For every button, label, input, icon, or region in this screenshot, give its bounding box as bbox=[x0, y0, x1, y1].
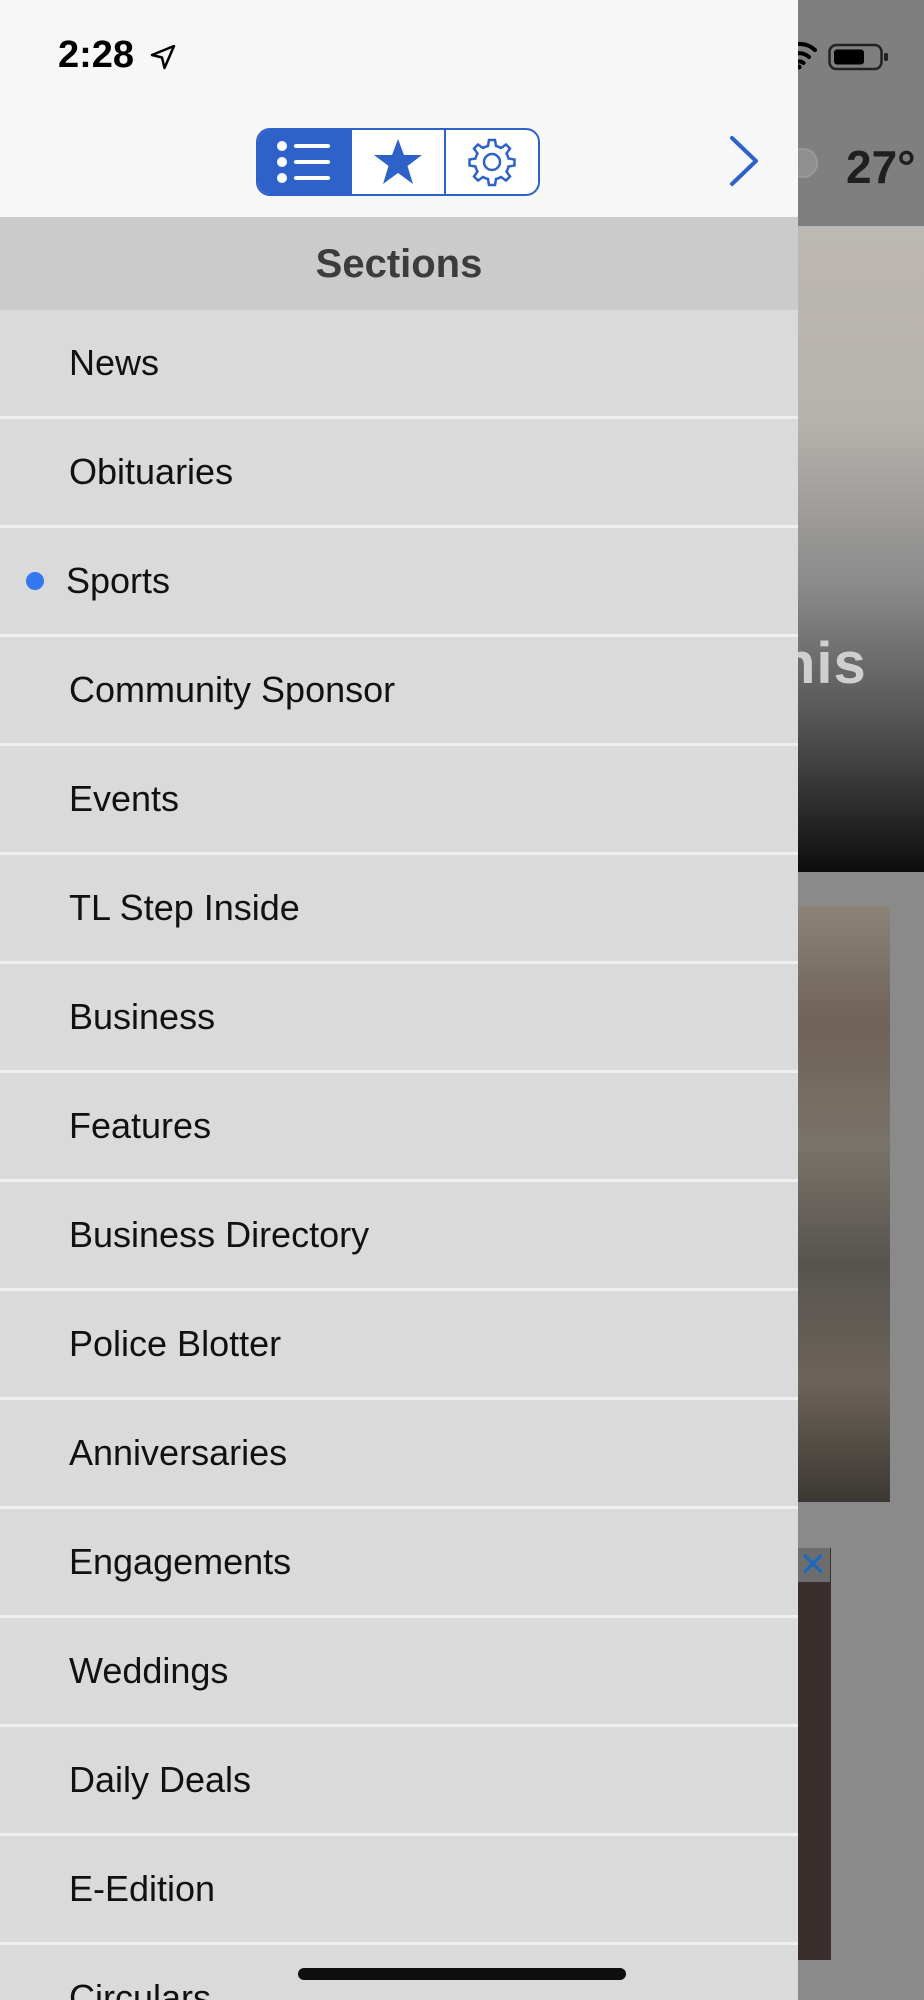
battery-icon bbox=[828, 43, 888, 71]
section-item-engagements[interactable]: Engagements bbox=[0, 1509, 798, 1618]
section-item-anniversaries[interactable]: Anniversaries bbox=[0, 1400, 798, 1509]
section-item-e-edition[interactable]: E-Edition bbox=[0, 1836, 798, 1945]
section-item-weddings[interactable]: Weddings bbox=[0, 1618, 798, 1727]
section-item-label: Police Blotter bbox=[69, 1323, 282, 1364]
section-item-police-blotter[interactable]: Police Blotter bbox=[0, 1291, 798, 1400]
section-item-label: Engagements bbox=[69, 1541, 292, 1582]
section-item-label: News bbox=[69, 342, 160, 383]
section-item-label: Business Directory bbox=[69, 1214, 370, 1255]
article-photo[interactable] bbox=[798, 906, 890, 1502]
section-item-community-sponsor[interactable]: Community Sponsor bbox=[0, 637, 798, 746]
status-bar: 2:28 bbox=[0, 0, 798, 110]
list-icon bbox=[277, 141, 330, 183]
section-item-label: E-Edition bbox=[69, 1868, 216, 1909]
tab-settings[interactable] bbox=[444, 130, 538, 194]
sections-header: Sections bbox=[0, 218, 798, 310]
section-list: News Obituaries Sports Community Sponsor… bbox=[0, 310, 798, 2000]
tab-favorites[interactable] bbox=[350, 130, 444, 194]
section-item-label: Anniversaries bbox=[69, 1432, 288, 1473]
hero-image[interactable] bbox=[798, 226, 924, 872]
star-icon bbox=[374, 139, 422, 184]
section-item-label: Events bbox=[69, 778, 180, 819]
section-item-label: Sports bbox=[66, 560, 171, 601]
home-indicator[interactable] bbox=[298, 1968, 626, 1980]
section-item-label: Features bbox=[69, 1105, 212, 1146]
section-item-label: Circulars bbox=[69, 1977, 212, 2000]
section-item-sports[interactable]: Sports bbox=[0, 528, 798, 637]
drawer-toolbar bbox=[0, 110, 798, 218]
section-item-features[interactable]: Features bbox=[0, 1073, 798, 1182]
tab-sections[interactable] bbox=[258, 130, 350, 194]
section-item-business[interactable]: Business bbox=[0, 964, 798, 1073]
temperature-label: 27° bbox=[846, 141, 916, 193]
section-item-news[interactable]: News bbox=[0, 310, 798, 419]
sections-drawer: 2:28 Sections News Obituaries Sports Com… bbox=[0, 0, 798, 2000]
section-item-label: Daily Deals bbox=[69, 1759, 252, 1800]
section-item-tl-step-inside[interactable]: TL Step Inside bbox=[0, 855, 798, 964]
section-item-label: Community Sponsor bbox=[69, 669, 396, 710]
section-item-business-directory[interactable]: Business Directory bbox=[0, 1182, 798, 1291]
section-item-events[interactable]: Events bbox=[0, 746, 798, 855]
section-item-obituaries[interactable]: Obituaries bbox=[0, 419, 798, 528]
location-arrow-icon bbox=[150, 44, 176, 70]
ad-close-icon[interactable]: ✕ bbox=[796, 1548, 830, 1582]
drawer-tab-control bbox=[256, 128, 540, 196]
ad-banner[interactable] bbox=[798, 1548, 831, 1960]
section-item-label: TL Step Inside bbox=[69, 887, 300, 928]
section-item-label: Business bbox=[69, 996, 216, 1037]
status-time: 2:28 bbox=[58, 34, 135, 76]
section-item-label: Weddings bbox=[69, 1650, 229, 1691]
selected-indicator-dot bbox=[26, 572, 44, 590]
chevron-right-icon[interactable] bbox=[726, 134, 762, 188]
section-item-label: Obituaries bbox=[69, 451, 234, 492]
section-item-daily-deals[interactable]: Daily Deals bbox=[0, 1727, 798, 1836]
gear-icon bbox=[468, 138, 516, 187]
